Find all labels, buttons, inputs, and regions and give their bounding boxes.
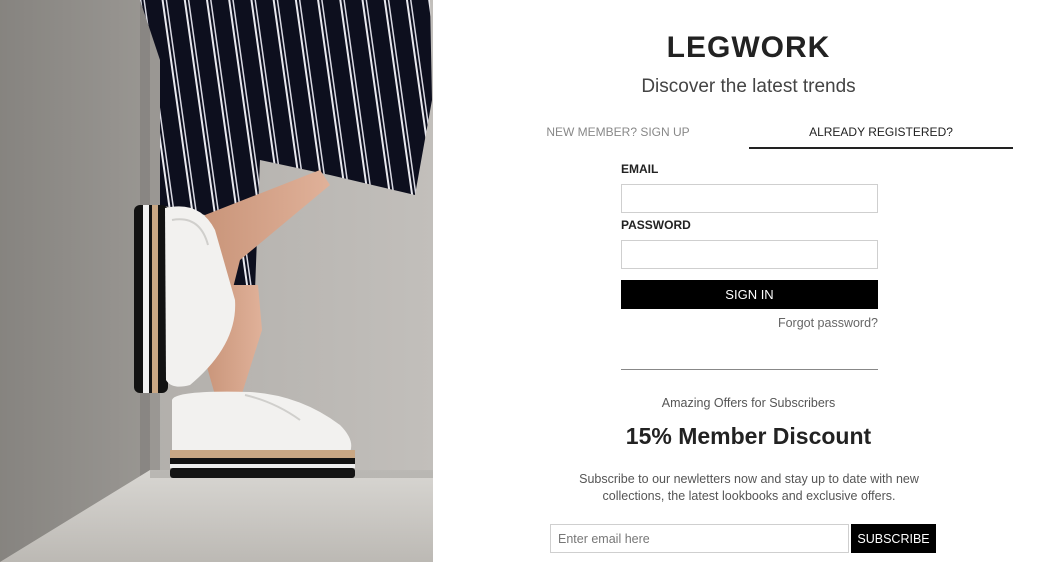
forgot-password-link[interactable]: Forgot password? bbox=[621, 316, 878, 330]
email-field[interactable] bbox=[621, 184, 878, 213]
newsletter-headline: 15% Member Discount bbox=[625, 423, 872, 449]
tab-sign-up[interactable]: NEW MEMBER? SIGN UP bbox=[486, 125, 750, 139]
password-label: PASSWORD bbox=[621, 218, 691, 232]
section-divider bbox=[621, 369, 878, 370]
login-page: LEGWORK Discover the latest trends NEW M… bbox=[0, 0, 1050, 562]
brand-tagline: Discover the latest trends bbox=[641, 76, 856, 97]
password-field[interactable] bbox=[621, 240, 878, 269]
newsletter-description: Subscribe to our newletters now and stay… bbox=[579, 472, 919, 503]
tab-already-registered[interactable]: ALREADY REGISTERED? bbox=[749, 125, 1013, 149]
sign-in-button[interactable]: SIGN IN bbox=[621, 280, 878, 309]
hero-photo bbox=[0, 0, 433, 562]
subscribe-button[interactable]: SUBSCRIBE bbox=[851, 524, 936, 553]
email-label: EMAIL bbox=[621, 162, 659, 176]
newsletter-kicker: Amazing Offers for Subscribers bbox=[661, 396, 836, 410]
subscribe-email-input[interactable] bbox=[550, 524, 849, 553]
brand-title: LEGWORK bbox=[666, 31, 831, 64]
